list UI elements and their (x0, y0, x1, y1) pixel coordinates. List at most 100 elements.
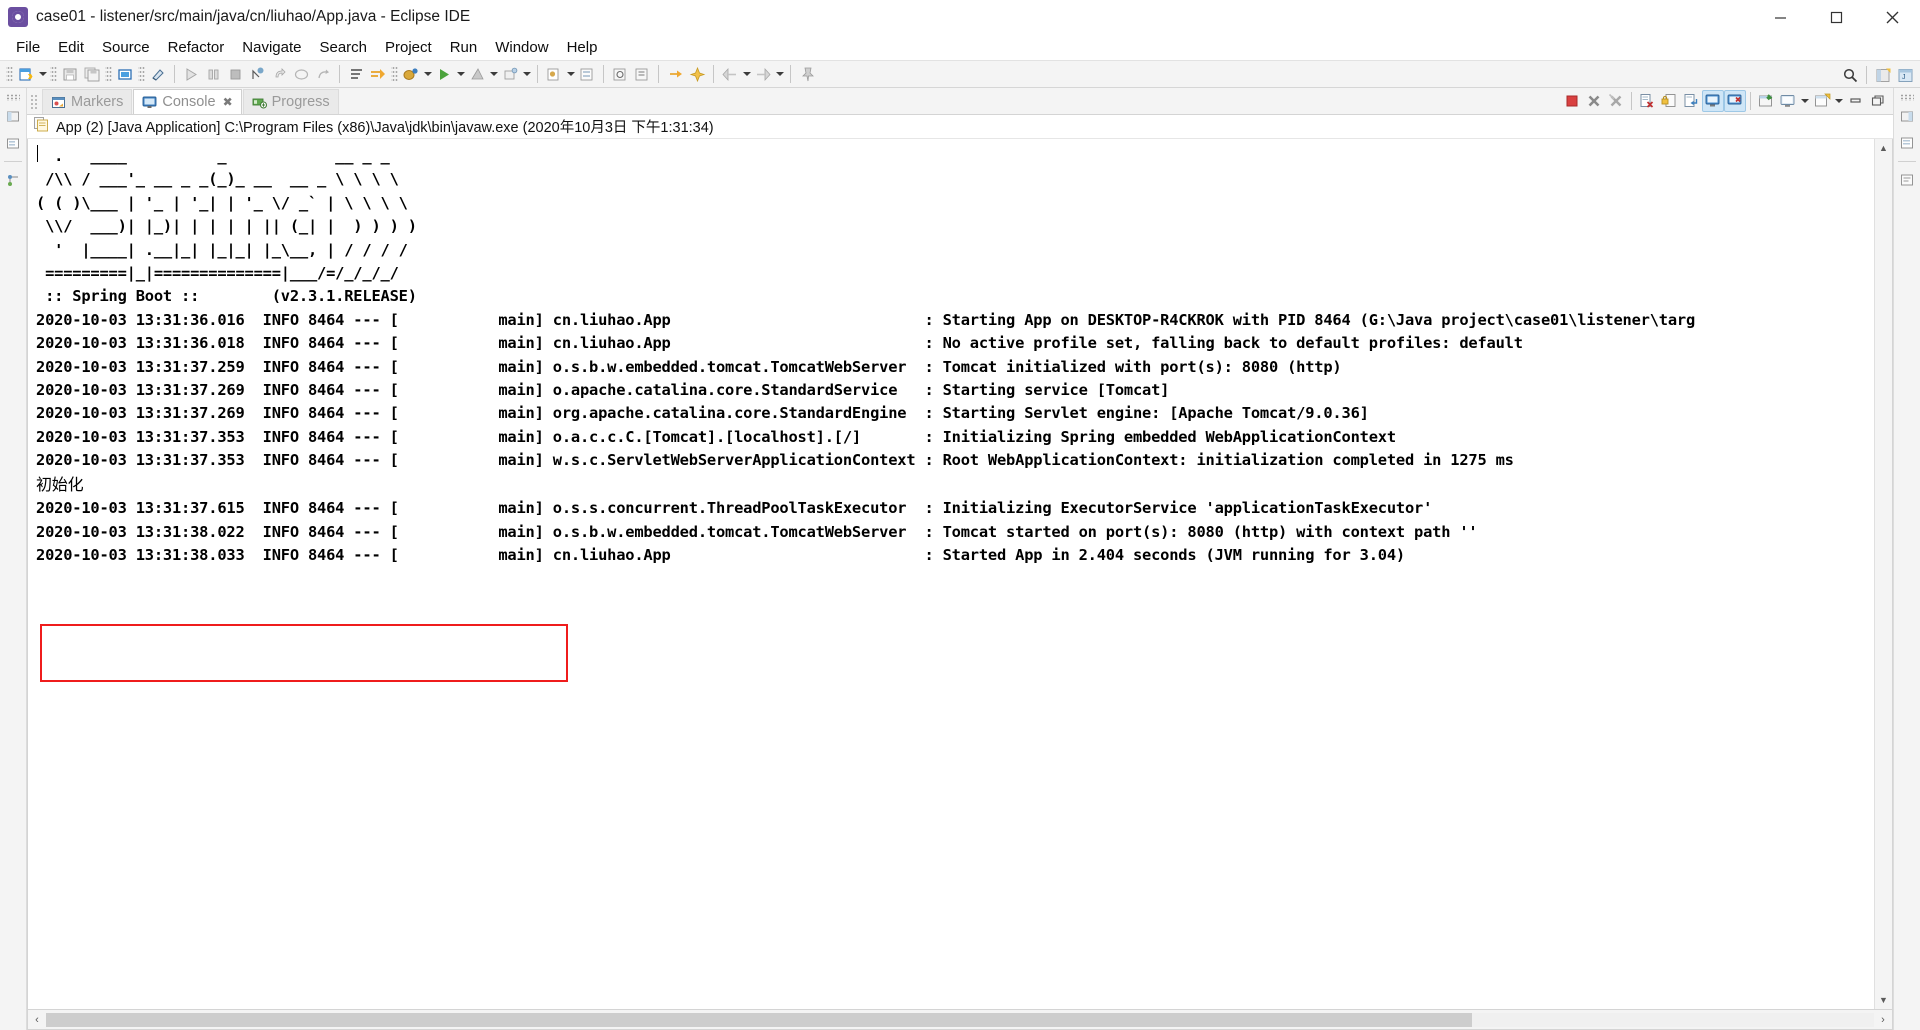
remove-all-icon[interactable] (1605, 90, 1627, 112)
show-console-icon[interactable] (1702, 89, 1724, 112)
close-icon[interactable]: ✖ (223, 95, 233, 109)
menu-window[interactable]: Window (487, 37, 556, 58)
scroll-down-button[interactable]: ▼ (1875, 991, 1892, 1009)
save-all-icon[interactable] (81, 63, 103, 85)
new-class-dropdown-arrow[interactable] (565, 63, 576, 85)
main-toolbar: J (0, 60, 1920, 88)
word-wrap-icon[interactable] (1680, 90, 1702, 112)
forward-arrow-icon[interactable] (752, 63, 774, 85)
tools-dropdown-arrow[interactable] (521, 63, 532, 85)
minimize-icon[interactable] (1845, 90, 1867, 112)
remove-icon[interactable] (1583, 90, 1605, 112)
java-perspective-icon[interactable]: J (1894, 64, 1916, 86)
outline-right-icon[interactable] (1897, 170, 1917, 190)
right-rail-separator (1898, 161, 1916, 162)
show-console-error-icon[interactable] (1724, 89, 1746, 112)
forward-icon[interactable] (367, 63, 389, 85)
terminate-icon[interactable] (224, 63, 246, 85)
pin-icon[interactable] (686, 63, 708, 85)
run-dropdown-arrow[interactable] (455, 63, 466, 85)
vertical-scroll-track[interactable] (1875, 157, 1892, 991)
terminate-icon[interactable] (1561, 90, 1583, 112)
toolbar-grip-2[interactable] (50, 65, 57, 83)
open-console-dropdown-arrow[interactable] (1833, 90, 1845, 112)
toolbar-grip-4[interactable] (138, 65, 145, 83)
package-explorer-icon[interactable] (3, 133, 23, 153)
coverage-dropdown-arrow[interactable] (488, 63, 499, 85)
link-icon[interactable] (147, 63, 169, 85)
display-console-dropdown-arrow[interactable] (1799, 90, 1811, 112)
menu-project[interactable]: Project (377, 37, 440, 58)
tab-markers[interactable]: Markers (42, 89, 133, 114)
menu-edit[interactable]: Edit (50, 37, 92, 58)
restore-right-panel-icon[interactable] (1897, 107, 1917, 127)
menu-navigate[interactable]: Navigate (234, 37, 309, 58)
debug-dropdown-arrow[interactable] (422, 63, 433, 85)
outline-view-icon[interactable] (3, 170, 23, 190)
horizontal-scroll-track[interactable] (46, 1012, 1874, 1027)
toolbar-grip[interactable] (6, 65, 13, 83)
step-return-icon[interactable] (268, 63, 290, 85)
quick-access-search-icon[interactable] (1839, 64, 1861, 86)
forward-dropdown-arrow[interactable] (774, 63, 785, 85)
maximize-icon[interactable] (1867, 90, 1889, 112)
save-icon[interactable] (59, 63, 81, 85)
toolbar-grip-3[interactable] (105, 65, 112, 83)
tab-console[interactable]: Console ✖ (133, 89, 242, 114)
horizontal-scroll-thumb[interactable] (46, 1012, 1472, 1027)
resume-icon[interactable] (290, 63, 312, 85)
tab-progress[interactable]: Progress (242, 89, 339, 114)
open-perspective-icon[interactable] (1872, 64, 1894, 86)
console-text-region[interactable]: . ____ _ __ _ _ /\\ / ___'_ __ _ _(_)_ _… (28, 139, 1874, 1009)
display-console-icon[interactable] (1777, 90, 1799, 112)
menu-refactor[interactable]: Refactor (160, 37, 233, 58)
debug-icon[interactable] (400, 63, 422, 85)
outline-icon[interactable] (345, 63, 367, 85)
restore-left-panel-icon[interactable] (3, 107, 23, 127)
toolbar-separator-1 (174, 65, 175, 83)
last-edit-icon[interactable] (664, 63, 686, 85)
maximize-window-button[interactable] (1808, 0, 1864, 34)
menu-file[interactable]: File (8, 37, 48, 58)
text-caret (37, 145, 38, 162)
tools-icon[interactable] (499, 63, 521, 85)
new-file-icon[interactable] (15, 63, 37, 85)
print-icon[interactable] (114, 63, 136, 85)
clear-console-icon[interactable] (1636, 90, 1658, 112)
minimize-window-button[interactable] (1752, 0, 1808, 34)
back-arrow-icon[interactable] (719, 63, 741, 85)
menu-help[interactable]: Help (559, 37, 606, 58)
left-rail-grip[interactable] (6, 94, 20, 101)
scroll-left-button[interactable]: ‹ (28, 1011, 46, 1029)
console-output-area[interactable]: . ____ _ __ _ _ /\\ / ___'_ __ _ _(_)_ _… (27, 139, 1893, 1010)
pin-editor-icon[interactable] (796, 63, 818, 85)
coverage-icon[interactable] (466, 63, 488, 85)
toolbar-grip-5[interactable] (391, 65, 398, 83)
menu-source[interactable]: Source (94, 37, 158, 58)
tab-console-label: Console (162, 94, 216, 110)
step-icon[interactable] (202, 63, 224, 85)
menu-run[interactable]: Run (442, 37, 486, 58)
back-dropdown-arrow[interactable] (741, 63, 752, 85)
right-rail-grip[interactable] (1900, 94, 1914, 101)
console-horizontal-scrollbar[interactable]: ‹ › (27, 1010, 1893, 1030)
breakpoint-icon[interactable] (246, 63, 268, 85)
scroll-up-button[interactable]: ▲ (1875, 139, 1892, 157)
console-vertical-scrollbar[interactable]: ▲ ▼ (1874, 139, 1892, 1009)
new-class-icon[interactable] (543, 63, 565, 85)
open-task-icon[interactable] (631, 63, 653, 85)
open-type-icon[interactable] (609, 63, 631, 85)
pin-console-icon[interactable] (1755, 90, 1777, 112)
open-console-icon[interactable] (1811, 90, 1833, 112)
new-package-icon[interactable] (576, 63, 598, 85)
run-as-icon[interactable] (433, 63, 455, 85)
redo-icon[interactable] (312, 63, 334, 85)
scroll-right-button[interactable]: › (1874, 1011, 1892, 1029)
run-icon[interactable] (180, 63, 202, 85)
close-window-button[interactable] (1864, 0, 1920, 34)
lock-icon[interactable] (1658, 90, 1680, 112)
new-file-dropdown-arrow[interactable] (37, 63, 48, 85)
view-tab-grip[interactable] (30, 94, 39, 110)
menu-search[interactable]: Search (311, 37, 375, 58)
task-list-icon[interactable] (1897, 133, 1917, 153)
